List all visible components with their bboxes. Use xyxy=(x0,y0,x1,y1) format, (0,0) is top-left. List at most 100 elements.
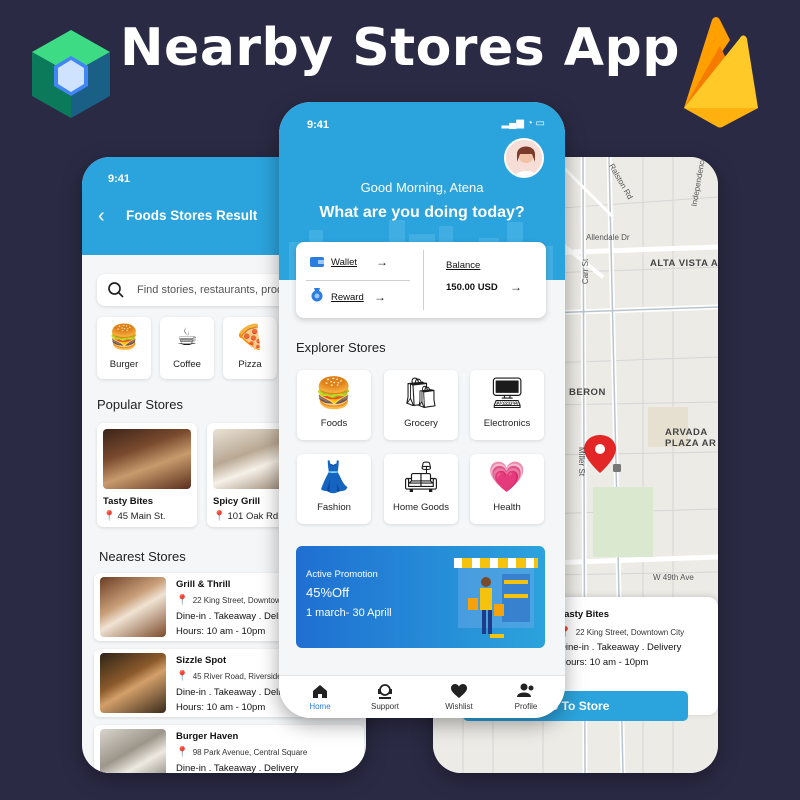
service-types: Dine-in . Takeaway . Delivery xyxy=(559,642,682,653)
explore-label: Fashion xyxy=(317,502,351,513)
store-address: 📍 22 King Street, Downtown City xyxy=(559,627,684,638)
explore-home-goods[interactable]: 🛋 Home Goods xyxy=(384,454,458,524)
store-hours: Hours: 10 am - 10pm xyxy=(176,626,266,637)
grocery-icon: 🛍 xyxy=(401,377,441,410)
avatar[interactable] xyxy=(504,138,544,178)
store-address: 📍 101 Oak Rd xyxy=(213,511,278,522)
greeting-text: Good Morning, Atena xyxy=(360,180,484,195)
map-label: ALTA VISTA AF xyxy=(650,258,718,269)
nav-label: Home xyxy=(309,702,331,711)
store-name: Sizzle Spot xyxy=(176,655,227,666)
screen-title: Foods Stores Result xyxy=(126,208,258,223)
wallet-icon xyxy=(310,257,324,267)
map-label: Carr St xyxy=(581,258,591,285)
signal-icon: ▂▄▆ xyxy=(501,118,524,129)
home-icon xyxy=(313,685,327,698)
explore-fashion[interactable]: 👗 Fashion xyxy=(297,454,371,524)
store-address-text: 101 Oak Rd xyxy=(227,511,279,522)
store-address: 📍 45 Main St. xyxy=(103,511,166,522)
status-time: 9:41 xyxy=(307,119,330,131)
shopping-illustration xyxy=(454,558,538,638)
status-icons: ▂▄▆ ◔ ▭ xyxy=(501,118,545,129)
explore-health[interactable]: 💗 Health xyxy=(470,454,544,524)
balance-label: Balance xyxy=(446,260,481,271)
nearest-store-row[interactable]: Burger Haven 📍 98 Park Avenue, Central S… xyxy=(94,725,364,773)
foods-icon: 🍔 xyxy=(315,377,353,410)
promo-discount: 45%Off xyxy=(306,585,350,600)
store-image xyxy=(100,653,166,713)
category-coffee[interactable]: ☕ Coffee xyxy=(160,317,214,379)
arrow-right-icon[interactable]: → xyxy=(510,280,522,294)
support-icon xyxy=(378,684,392,699)
nav-home[interactable]: Home xyxy=(290,682,350,711)
store-image xyxy=(100,729,166,773)
search-icon xyxy=(108,282,124,298)
store-name: Tasty Bites xyxy=(559,609,609,620)
map-label: W 49th Ave xyxy=(653,573,694,582)
divider xyxy=(306,280,410,281)
wallet-link[interactable]: Wallet xyxy=(331,257,357,268)
jetpack-compose-logo xyxy=(32,30,110,118)
arrow-right-icon[interactable]: → xyxy=(374,290,386,304)
location-pin-icon: 📍 xyxy=(103,511,116,522)
nav-wishlist[interactable]: Wishlist xyxy=(429,682,489,711)
promo-dates: 1 march- 30 Aprill xyxy=(306,607,392,619)
arrow-right-icon[interactable]: → xyxy=(376,255,388,269)
pizza-icon: 🍕 xyxy=(235,324,265,351)
back-arrow-icon[interactable]: ‹ xyxy=(98,205,105,228)
firebase-logo xyxy=(684,17,758,128)
divider xyxy=(423,250,424,310)
location-pin-icon: 📍 xyxy=(213,511,226,522)
store-name: Grill & Thrill xyxy=(176,579,231,590)
service-types: Dine-in . Takeaway . Delivery xyxy=(176,763,299,773)
category-label: Pizza xyxy=(238,359,262,370)
store-name: Tasty Bites xyxy=(103,496,153,507)
health-icon: 💗 xyxy=(488,461,526,494)
explore-label: Foods xyxy=(320,418,348,429)
store-address: 📍 45 River Road, Riverside xyxy=(176,671,282,682)
reward-link[interactable]: Reward xyxy=(331,292,364,303)
map-label: BERON xyxy=(569,387,606,398)
location-pin-icon: 📍 xyxy=(176,747,189,758)
store-hours: Hours: 10 am - 10pm xyxy=(176,702,266,713)
battery-icon: ▭ xyxy=(535,118,545,129)
explore-foods[interactable]: 🍔 Foods xyxy=(297,370,371,440)
home-screen: 9:41 ▂▄▆ ◔ ▭ Good Morning, Atena What ar… xyxy=(279,102,565,718)
nav-support[interactable]: Support xyxy=(355,682,415,711)
map-label: ARVADA PLAZA AR xyxy=(665,427,717,449)
reward-icon xyxy=(311,288,323,302)
explore-label: Health xyxy=(493,502,521,513)
nearest-stores-heading: Nearest Stores xyxy=(99,549,186,564)
category-pizza[interactable]: 🍕 Pizza xyxy=(223,317,277,379)
location-pin-icon: 📍 xyxy=(176,595,189,606)
popular-stores-heading: Popular Stores xyxy=(97,397,183,412)
category-burger[interactable]: 🍔 Burger xyxy=(97,317,151,379)
explore-grocery[interactable]: 🛍 Grocery xyxy=(384,370,458,440)
home-goods-icon: 🛋 xyxy=(401,461,441,494)
map-label: Allendale Dr xyxy=(586,233,630,242)
heart-icon xyxy=(451,684,467,698)
store-image xyxy=(103,429,191,489)
profile-icon xyxy=(517,683,534,697)
coffee-icon: ☕ xyxy=(176,324,198,351)
bottom-navigation: Home Support Wishlist Profile xyxy=(279,675,565,718)
store-address: 📍 98 Park Avenue, Central Square xyxy=(176,747,307,758)
headline: What are you doing today? xyxy=(319,204,525,221)
wallet-card: Wallet → Reward → Balance 150.00 USD → xyxy=(296,242,546,318)
store-address-text: 45 River Road, Riverside xyxy=(192,672,282,681)
fashion-icon: 👗 xyxy=(315,461,353,494)
wifi-icon: ◔ xyxy=(526,118,533,129)
promo-label: Active Promotion xyxy=(306,569,378,580)
promotion-banner[interactable]: Active Promotion 45%Off 1 march- 30 Apri… xyxy=(296,546,545,648)
store-hours: Hours: 10 am - 10pm xyxy=(559,657,649,668)
store-address-text: 98 Park Avenue, Central Square xyxy=(192,748,308,757)
store-address-text: 22 King Street, Downtown City xyxy=(575,628,685,637)
explore-electronics[interactable]: 🖥 Electronics xyxy=(470,370,544,440)
popular-store-card[interactable]: Tasty Bites 📍 45 Main St. xyxy=(97,423,197,527)
status-time: 9:41 xyxy=(108,173,131,185)
explorer-stores-heading: Explorer Stores xyxy=(296,340,386,355)
nav-label: Support xyxy=(370,702,400,711)
category-label: Coffee xyxy=(173,359,201,370)
category-label: Burger xyxy=(109,359,139,370)
nav-profile[interactable]: Profile xyxy=(496,682,556,711)
